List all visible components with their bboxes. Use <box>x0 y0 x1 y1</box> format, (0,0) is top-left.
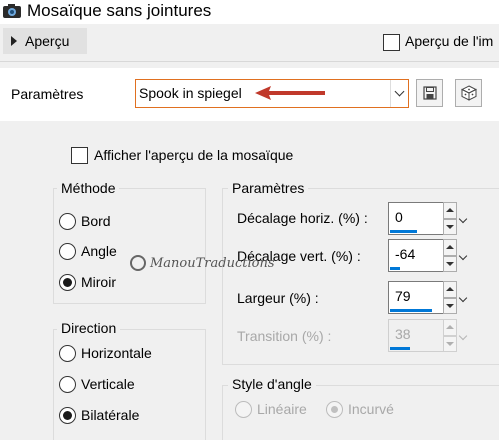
vertical-offset-value: -64 <box>395 246 416 262</box>
transition-slider-bar[interactable] <box>390 347 410 350</box>
radio-selected-dot <box>331 406 338 413</box>
radio-verticale-label: Verticale <box>81 376 135 392</box>
annotation-arrow-icon <box>255 86 325 100</box>
caret-up-icon <box>446 325 454 330</box>
horizontal-offset-stepper[interactable] <box>443 202 457 235</box>
preview-toggle-label: Aperçu <box>25 33 70 49</box>
radio-incurve[interactable] <box>326 401 343 418</box>
preview-image-label: Aperçu de l'im <box>405 33 494 49</box>
width-label: Largeur (%) : <box>237 290 319 306</box>
chevron-down-icon <box>458 214 468 223</box>
random-preset-button[interactable] <box>455 79 482 107</box>
width-value: 79 <box>395 288 411 304</box>
caret-up-icon <box>446 287 454 292</box>
direction-group-title: Direction <box>57 320 121 336</box>
preview-toggle-button[interactable]: Aperçu <box>3 28 87 54</box>
radio-selected-dot <box>63 411 72 420</box>
radio-verticale[interactable] <box>59 376 76 393</box>
stepper-down-button[interactable] <box>443 218 457 235</box>
preset-value: Spook in spiegel <box>139 85 242 101</box>
radio-incurve-label: Incurvé <box>348 401 394 417</box>
chevron-down-icon <box>394 86 405 97</box>
radio-bilaterale[interactable] <box>59 407 76 424</box>
rose-icon <box>130 255 146 271</box>
radio-miroir[interactable] <box>59 274 76 291</box>
caret-up-icon <box>446 208 454 213</box>
radio-bilaterale-label: Bilatérale <box>81 407 140 423</box>
radio-angle-label: Angle <box>81 243 117 259</box>
stepper-down-button[interactable] <box>443 335 457 352</box>
horizontal-offset-slider-toggle[interactable] <box>457 202 469 235</box>
window-title: Mosaïque sans jointures <box>27 1 212 20</box>
radio-miroir-label: Miroir <box>81 274 116 290</box>
caret-down-icon <box>446 303 454 308</box>
stepper-down-button[interactable] <box>443 255 457 272</box>
chevron-down-icon <box>458 251 468 260</box>
method-group <box>53 188 206 304</box>
stepper-up-button[interactable] <box>443 319 457 336</box>
transition-slider-toggle[interactable] <box>457 319 469 352</box>
caret-down-icon <box>446 341 454 346</box>
caret-down-icon <box>446 261 454 266</box>
vertical-offset-input[interactable]: -64 <box>388 239 444 272</box>
caret-down-icon <box>446 224 454 229</box>
caret-up-icon <box>446 245 454 250</box>
show-tile-preview-label: Afficher l'aperçu de la mosaïque <box>94 147 294 163</box>
horizontal-offset-label: Décalage horiz. (%) : <box>237 210 368 226</box>
radio-lineaire-label: Linéaire <box>257 401 307 417</box>
camera-icon <box>2 3 22 19</box>
vertical-offset-stepper[interactable] <box>443 239 457 272</box>
radio-angle[interactable] <box>59 243 76 260</box>
method-group-title: Méthode <box>57 180 120 196</box>
stepper-up-button[interactable] <box>443 202 457 219</box>
watermark: ManouTraductions <box>130 255 275 271</box>
watermark-text: ManouTraductions <box>150 255 275 271</box>
chevron-down-icon <box>458 331 468 340</box>
width-stepper[interactable] <box>443 281 457 314</box>
horizontal-offset-input[interactable]: 0 <box>388 202 444 235</box>
transition-stepper[interactable] <box>443 319 457 352</box>
radio-selected-dot <box>63 278 72 287</box>
radio-horizontale-label: Horizontale <box>81 345 152 361</box>
vertical-offset-slider-bar[interactable] <box>390 267 400 270</box>
chevron-down-icon <box>458 293 468 302</box>
dice-icon <box>460 85 477 101</box>
save-preset-button[interactable] <box>416 79 443 107</box>
width-slider-bar[interactable] <box>390 309 432 312</box>
preset-dropdown-toggle[interactable] <box>390 80 408 107</box>
radio-bord-label: Bord <box>81 213 111 229</box>
corner-style-group-title: Style d'angle <box>228 376 316 392</box>
transition-value: 38 <box>395 326 411 342</box>
stepper-up-button[interactable] <box>443 239 457 256</box>
radio-horizontale[interactable] <box>59 345 76 362</box>
save-icon <box>422 86 437 100</box>
radio-lineaire[interactable] <box>235 401 252 418</box>
expand-arrow-icon <box>11 36 17 46</box>
transition-input[interactable]: 38 <box>388 319 444 352</box>
stepper-down-button[interactable] <box>443 297 457 314</box>
parameters-group-title: Paramètres <box>228 180 309 196</box>
radio-bord[interactable] <box>59 213 76 230</box>
stepper-up-button[interactable] <box>443 281 457 298</box>
horizontal-offset-value: 0 <box>395 209 403 225</box>
preview-image-checkbox[interactable] <box>383 34 400 51</box>
width-input[interactable]: 79 <box>388 281 444 314</box>
show-tile-preview-checkbox[interactable] <box>71 147 88 164</box>
horizontal-offset-slider-bar[interactable] <box>390 230 417 233</box>
transition-label: Transition (%) : <box>237 328 332 344</box>
width-slider-toggle[interactable] <box>457 281 469 314</box>
vertical-offset-slider-toggle[interactable] <box>457 239 469 272</box>
preset-label: Paramètres <box>11 86 84 102</box>
